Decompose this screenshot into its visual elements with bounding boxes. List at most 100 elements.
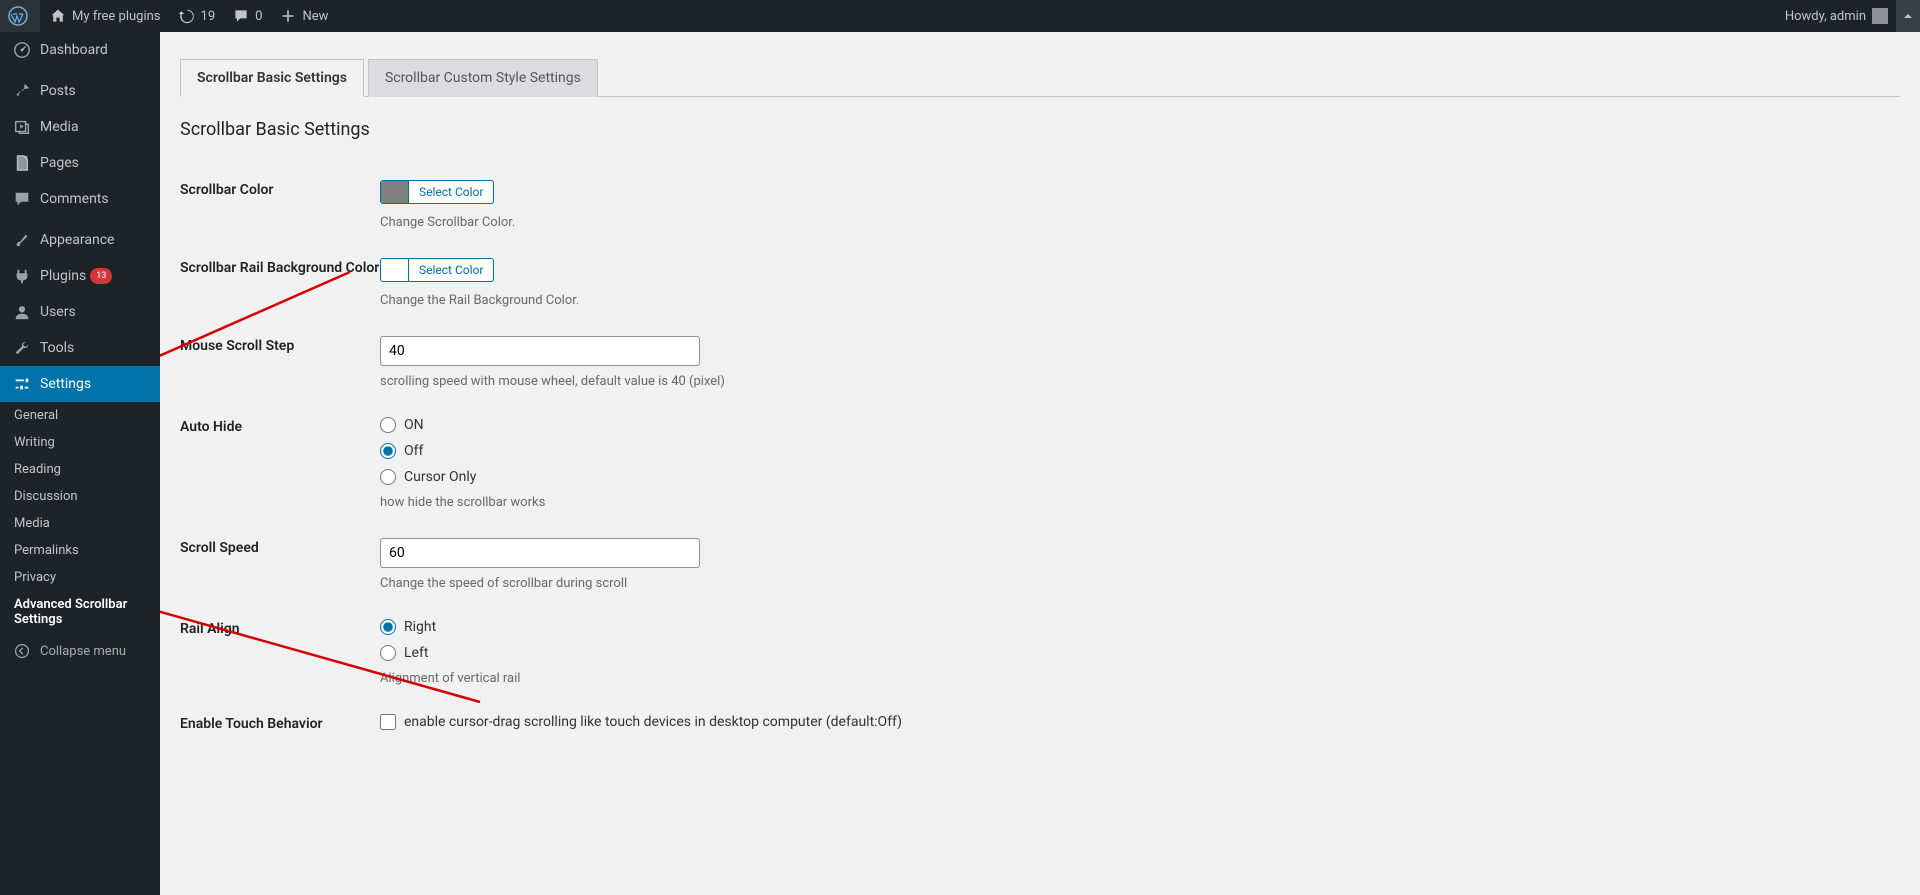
plugins-badge: 13 — [90, 268, 112, 284]
row-scrollbar-color: Scrollbar Color Select Color Change Scro… — [180, 160, 1900, 238]
menu-plugins-label: Plugins — [40, 268, 86, 284]
page-icon — [12, 153, 32, 173]
update-icon — [177, 6, 197, 26]
admin-toolbar: My free plugins 19 0 New Howdy, admin — [0, 0, 1920, 32]
menu-dashboard-label: Dashboard — [40, 42, 108, 58]
comments-icon — [12, 189, 32, 209]
menu-posts-label: Posts — [40, 83, 76, 99]
user-icon — [12, 302, 32, 322]
wordpress-icon — [8, 6, 28, 26]
sliders-icon — [12, 374, 32, 394]
row-autohide: Auto Hide ON Off Cursor Only how hide th… — [180, 397, 1900, 518]
menu-pages[interactable]: Pages — [0, 145, 160, 181]
label-autohide: Auto Hide — [180, 417, 380, 435]
site-name: My free plugins — [72, 9, 161, 24]
updates-link[interactable]: 19 — [169, 0, 224, 32]
autohide-cursor-radio[interactable] — [380, 469, 396, 485]
brush-icon — [12, 230, 32, 250]
menu-pages-label: Pages — [40, 155, 79, 171]
desc-scrollbar-color: Change Scrollbar Color. — [380, 215, 1900, 230]
pin-icon — [12, 81, 32, 101]
menu-dashboard[interactable]: Dashboard — [0, 32, 160, 68]
menu-media-label: Media — [40, 119, 79, 135]
desc-rail-align: Alignment of vertical rail — [380, 671, 1900, 686]
dashboard-icon — [12, 40, 32, 60]
menu-posts[interactable]: Posts — [0, 73, 160, 109]
site-name-link[interactable]: My free plugins — [40, 0, 169, 32]
comments-link[interactable]: 0 — [223, 0, 270, 32]
content-area: Scrollbar Basic Settings Scrollbar Custo… — [160, 32, 1920, 895]
menu-settings[interactable]: Settings — [0, 366, 160, 402]
rail-align-right[interactable]: Right — [380, 619, 1900, 635]
screen-toggle[interactable] — [1896, 0, 1920, 32]
scrollbar-color-button[interactable]: Select Color — [380, 180, 494, 204]
plus-icon — [278, 6, 298, 26]
label-scroll-speed: Scroll Speed — [180, 538, 380, 556]
scroll-speed-input[interactable] — [380, 538, 700, 568]
autohide-off-radio[interactable] — [380, 443, 396, 459]
rail-left-radio[interactable] — [380, 645, 396, 661]
menu-media[interactable]: Media — [0, 109, 160, 145]
menu-appearance[interactable]: Appearance — [0, 222, 160, 258]
label-scrollbar-color: Scrollbar Color — [180, 180, 380, 198]
desc-scroll-step: scrolling speed with mouse wheel, defaul… — [380, 374, 1900, 389]
menu-plugins[interactable]: Plugins 13 — [0, 258, 160, 294]
touch-checkbox[interactable] — [380, 714, 396, 730]
collapse-icon — [12, 641, 32, 661]
select-color-label: Select Color — [409, 181, 493, 203]
row-rail-align: Rail Align Right Left Alignment of verti… — [180, 599, 1900, 694]
avatar — [1872, 8, 1888, 24]
sub-reading[interactable]: Reading — [0, 456, 160, 483]
wp-logo[interactable] — [0, 0, 40, 32]
autohide-on-radio[interactable] — [380, 417, 396, 433]
sub-writing[interactable]: Writing — [0, 429, 160, 456]
menu-tools-label: Tools — [40, 340, 74, 356]
new-content-link[interactable]: New — [270, 0, 336, 32]
desc-scroll-speed: Change the speed of scrollbar during scr… — [380, 576, 1900, 591]
menu-users[interactable]: Users — [0, 294, 160, 330]
label-scroll-step: Mouse Scroll Step — [180, 336, 380, 354]
sub-permalinks[interactable]: Permalinks — [0, 537, 160, 564]
menu-comments[interactable]: Comments — [0, 181, 160, 217]
rail-align-left[interactable]: Left — [380, 645, 1900, 661]
select-color-label2: Select Color — [409, 259, 493, 281]
tab-custom[interactable]: Scrollbar Custom Style Settings — [368, 59, 598, 97]
sub-discussion[interactable]: Discussion — [0, 483, 160, 510]
autohide-on[interactable]: ON — [380, 417, 1900, 433]
collapse-menu[interactable]: Collapse menu — [0, 633, 160, 669]
menu-comments-label: Comments — [40, 191, 109, 207]
adminbar-right: Howdy, admin — [1777, 0, 1920, 32]
color-swatch-blank — [381, 259, 409, 281]
tab-basic[interactable]: Scrollbar Basic Settings — [180, 59, 364, 97]
howdy-text: Howdy, admin — [1785, 9, 1866, 24]
sub-advanced-scrollbar[interactable]: Advanced Scrollbar Settings — [0, 591, 160, 633]
admin-menu: Dashboard Posts Media Pages Comments App… — [0, 32, 160, 895]
rail-bg-color-button[interactable]: Select Color — [380, 258, 494, 282]
scroll-step-input[interactable] — [380, 336, 700, 366]
wrench-icon — [12, 338, 32, 358]
menu-users-label: Users — [40, 304, 76, 320]
rail-right-radio[interactable] — [380, 619, 396, 635]
menu-tools[interactable]: Tools — [0, 330, 160, 366]
settings-submenu: General Writing Reading Discussion Media… — [0, 402, 160, 633]
tab-bar: Scrollbar Basic Settings Scrollbar Custo… — [180, 58, 1900, 97]
settings-form: Scrollbar Color Select Color Change Scro… — [180, 160, 1900, 740]
touch-checkbox-label[interactable]: enable cursor-drag scrolling like touch … — [380, 714, 1900, 730]
label-rail-bg: Scrollbar Rail Background Color — [180, 258, 380, 276]
desc-rail-bg: Change the Rail Background Color. — [380, 293, 1900, 308]
color-swatch-grey — [381, 181, 409, 203]
label-rail-align: Rail Align — [180, 619, 380, 637]
row-scroll-speed: Scroll Speed Change the speed of scrollb… — [180, 518, 1900, 599]
sub-privacy[interactable]: Privacy — [0, 564, 160, 591]
menu-appearance-label: Appearance — [40, 232, 114, 248]
row-scroll-step: Mouse Scroll Step scrolling speed with m… — [180, 316, 1900, 397]
autohide-off[interactable]: Off — [380, 443, 1900, 459]
media-icon — [12, 117, 32, 137]
home-icon — [48, 6, 68, 26]
autohide-cursor[interactable]: Cursor Only — [380, 469, 1900, 485]
sub-general[interactable]: General — [0, 402, 160, 429]
my-account[interactable]: Howdy, admin — [1777, 0, 1896, 32]
row-rail-bg: Scrollbar Rail Background Color Select C… — [180, 238, 1900, 316]
menu-settings-label: Settings — [40, 376, 91, 392]
sub-media[interactable]: Media — [0, 510, 160, 537]
